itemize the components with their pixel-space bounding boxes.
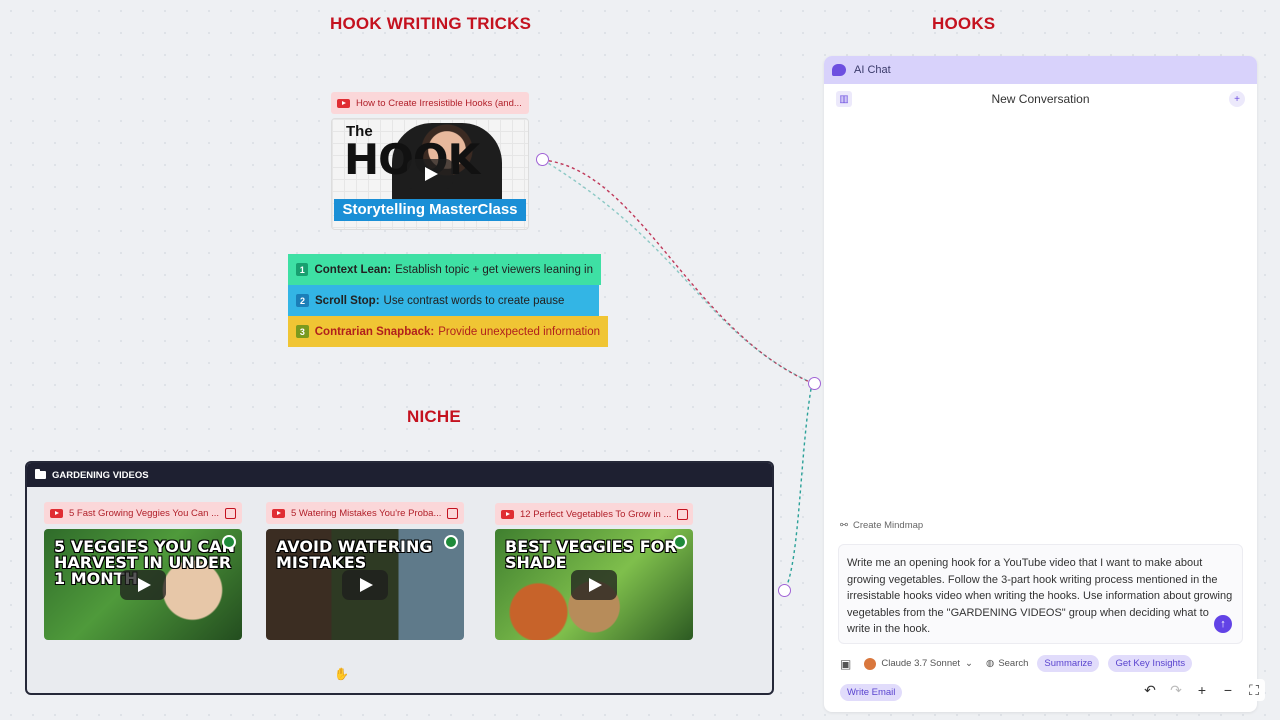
chevron-down-icon: ⌄ xyxy=(965,658,974,669)
thumb-banner: Storytelling MasterClass xyxy=(334,199,526,221)
video-title: 5 Fast Growing Veggies You Can ... xyxy=(69,507,219,519)
video-card-title-main[interactable]: How to Create Irresistible Hooks (and... xyxy=(331,92,529,114)
youtube-icon xyxy=(50,508,63,518)
search-label: Search xyxy=(998,658,1029,669)
hand-cursor-icon: ✋ xyxy=(334,667,349,681)
create-mindmap-label: Create Mindmap xyxy=(852,520,924,531)
youtube-icon xyxy=(337,98,350,108)
video-card-title-2[interactable]: 5 Watering Mistakes You're Proba... xyxy=(266,502,464,524)
video-thumbnail-2[interactable]: AVOID WATERING MISTAKES xyxy=(266,529,464,640)
step-contrarian-snapback[interactable]: 3 Contrarian Snapback: Provide unexpecte… xyxy=(288,316,608,347)
video-thumbnail-main[interactable]: The HOOK Storytelling MasterClass xyxy=(331,118,529,230)
channel-badge-icon xyxy=(444,535,458,549)
sidebar-toggle-icon[interactable]: ▥ xyxy=(836,91,852,107)
chat-input-text: Write me an opening hook for a YouTube v… xyxy=(847,557,1233,635)
connector-anchor-video[interactable] xyxy=(536,153,549,166)
chat-panel-label: AI Chat xyxy=(854,64,891,76)
canvas-controls: ↶ ↷ + − ⛶ xyxy=(1139,679,1265,703)
image-upload-icon[interactable]: ▣ xyxy=(840,657,851,671)
channel-badge-icon xyxy=(222,535,236,549)
model-selector[interactable]: Claude 3.7 Sonnet ⌄ xyxy=(860,656,977,672)
fullscreen-icon[interactable]: ⛶ xyxy=(1243,679,1265,701)
step-title: Scroll Stop: xyxy=(315,294,380,307)
step-context-lean[interactable]: 1 Context Lean: Establish topic + get vi… xyxy=(288,254,601,285)
connector-anchor-group[interactable] xyxy=(778,584,791,597)
conversation-header: ▥ New Conversation + xyxy=(824,84,1257,114)
connector-anchor-chat[interactable] xyxy=(808,377,821,390)
group-header[interactable]: GARDENING VIDEOS xyxy=(27,463,772,487)
write-email-chip[interactable]: Write Email xyxy=(840,684,903,701)
youtube-icon xyxy=(501,509,514,519)
summarize-chip[interactable]: Summarize xyxy=(1037,655,1100,672)
channel-badge-icon xyxy=(673,535,687,549)
folder-icon xyxy=(35,469,46,479)
ai-chat-panel[interactable]: AI Chat ▥ New Conversation + ⚯ Create Mi… xyxy=(824,56,1257,712)
youtube-icon xyxy=(272,508,285,518)
mindmap-icon: ⚯ xyxy=(840,520,848,531)
chat-toolbar-row-2: Write Email xyxy=(840,682,903,701)
chat-input[interactable]: Write me an opening hook for a YouTube v… xyxy=(838,544,1243,644)
video-title: How to Create Irresistible Hooks (and... xyxy=(356,97,522,109)
play-icon xyxy=(407,159,453,189)
video-thumbnail-3[interactable]: BEST VEGGIES FOR SHADE xyxy=(495,529,693,640)
group-title: GARDENING VIDEOS xyxy=(52,469,149,481)
model-name: Claude 3.7 Sonnet xyxy=(881,658,961,669)
chat-toolbar: ▣ Claude 3.7 Sonnet ⌄ ◍ Search Summarize… xyxy=(840,655,1193,672)
redo-icon[interactable]: ↷ xyxy=(1165,679,1187,701)
grid-icon[interactable] xyxy=(447,507,459,519)
step-desc: Use contrast words to create pause xyxy=(383,294,565,307)
zoom-in-icon[interactable]: + xyxy=(1191,679,1213,701)
play-icon xyxy=(571,569,617,600)
step-desc: Establish topic + get viewers leaning in xyxy=(395,263,593,276)
video-card-title-3[interactable]: 12 Perfect Vegetables To Grow in ... xyxy=(495,503,693,525)
conversation-title: New Conversation xyxy=(991,92,1090,106)
video-title: 12 Perfect Vegetables To Grow in ... xyxy=(520,508,672,520)
video-card-title-1[interactable]: 5 Fast Growing Veggies You Can ... xyxy=(44,502,242,524)
chat-bubble-icon xyxy=(832,64,846,76)
step-scroll-stop[interactable]: 2 Scroll Stop: Use contrast words to cre… xyxy=(288,285,599,316)
step-number: 3 xyxy=(296,325,309,338)
video-thumbnail-1[interactable]: 5 VEGGIES YOU CAN HARVEST IN UNDER 1 MON… xyxy=(44,529,242,640)
thumb-text: BEST VEGGIES FOR SHADE xyxy=(505,537,677,572)
zoom-out-icon[interactable]: − xyxy=(1217,679,1239,701)
step-number: 1 xyxy=(296,263,309,276)
claude-icon xyxy=(864,657,877,670)
play-icon xyxy=(120,569,166,600)
get-key-insights-chip[interactable]: Get Key Insights xyxy=(1108,655,1193,672)
step-title: Contrarian Snapback: xyxy=(314,325,435,338)
globe-icon: ◍ xyxy=(986,658,995,669)
play-icon xyxy=(342,569,388,600)
search-toggle[interactable]: ◍ Search xyxy=(986,658,1028,669)
new-chat-icon[interactable]: + xyxy=(1229,91,1245,107)
chat-panel-header[interactable]: AI Chat xyxy=(824,56,1257,84)
thumb-text: AVOID WATERING MISTAKES xyxy=(276,537,433,572)
send-icon[interactable]: ↑ xyxy=(1214,615,1232,633)
step-desc: Provide unexpected information xyxy=(438,325,600,338)
step-number: 2 xyxy=(296,294,309,307)
video-title: 5 Watering Mistakes You're Proba... xyxy=(291,507,442,519)
step-title: Context Lean: xyxy=(314,263,392,276)
connector-group-to-chat xyxy=(784,382,813,591)
create-mindmap-button[interactable]: ⚯ Create Mindmap xyxy=(840,520,923,531)
grid-icon[interactable] xyxy=(225,507,236,519)
undo-icon[interactable]: ↶ xyxy=(1139,679,1161,701)
grid-icon[interactable] xyxy=(677,508,689,520)
